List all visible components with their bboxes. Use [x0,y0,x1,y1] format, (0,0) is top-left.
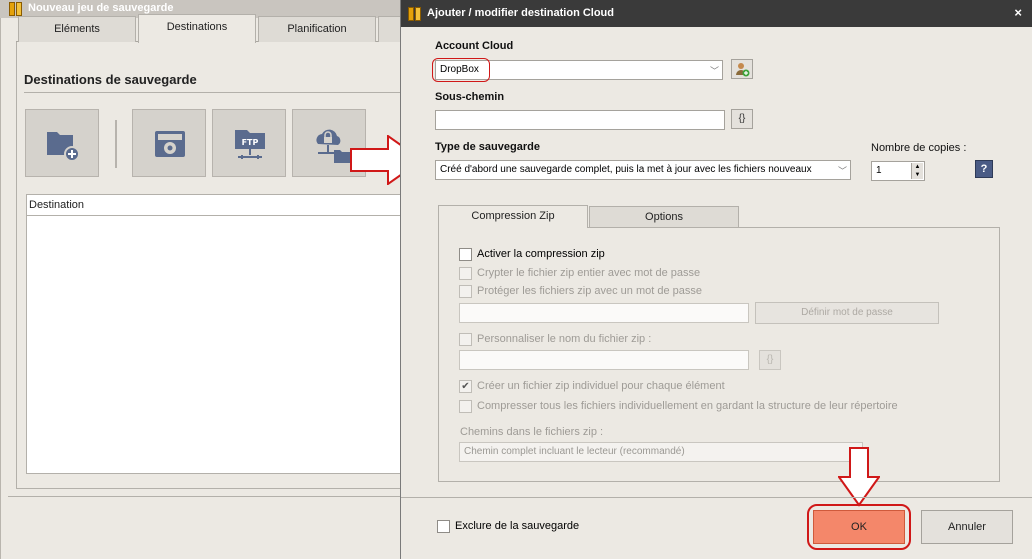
tab-destinations[interactable]: Destinations [138,14,256,43]
checkbox-box[interactable] [437,520,450,533]
zip-name-input[interactable] [459,350,749,370]
zip-paths-select[interactable]: Chemin complet incluant le lecteur (reco… [459,442,863,462]
zip-individual-label: Compresser tous les fichiers individuell… [477,400,898,412]
local-folder-add-icon [47,132,80,162]
backup-type-value: Créé d'abord une sauvegarde complet, pui… [440,164,812,175]
zip-per-item-checkbox[interactable]: ✔ Créer un fichier zip individuel pour c… [459,380,859,394]
cloud-lock-folder-icon [316,129,350,163]
zip-paths-label: Chemins dans le fichiers zip : [460,426,604,438]
footer-divider [401,497,1032,498]
bottom-divider [8,496,402,497]
enable-zip-label: Activer la compression zip [477,248,605,260]
svg-text:FTP: FTP [242,138,259,147]
protect-zip-label: Protéger les fichiers zip avec un mot de… [477,285,703,297]
close-icon[interactable]: × [1014,5,1022,20]
protect-zip-checkbox[interactable]: Protéger les fichiers zip avec un mot de… [459,285,759,299]
removable-drive-icon [155,131,185,157]
copies-label: Nombre de copies : [871,142,967,154]
user-add-icon [736,63,750,77]
account-highlight-circle [432,58,490,82]
checkbox-box[interactable] [459,333,472,346]
zip-paths-value: Chemin complet incluant le lecteur (reco… [464,446,685,457]
backup-type-select[interactable]: Créé d'abord une sauvegarde complet, pui… [435,160,851,180]
help-button[interactable]: ? [975,160,993,178]
zip-individual-checkbox[interactable]: Compresser tous les fichiers individuell… [459,400,919,414]
background-tab-strip: Eléments Destinations Planification [16,14,408,43]
encrypt-zip-label: Crypter le fichier zip entier avec mot d… [477,267,701,279]
zip-per-item-label: Créer un fichier zip individuel pour cha… [477,380,725,392]
chevron-down-icon: ﹀ [709,66,719,76]
add-local-destination-button[interactable] [25,109,99,177]
copies-stepper[interactable]: 1 ▲ ▼ [871,161,925,181]
add-ftp-destination-button[interactable]: FTP [212,109,286,177]
checkbox-box[interactable] [459,400,472,413]
copies-value: 1 [876,165,882,176]
toolbar-separator [115,120,117,168]
subpath-variables-button[interactable]: {} [731,109,753,129]
subpath-label: Sous-chemin [435,91,505,103]
destination-list-header[interactable]: Destination [26,194,402,216]
add-drive-destination-button[interactable] [132,109,206,177]
ftp-server-icon: FTP [235,130,265,159]
background-window-title: Nouveau jeu de sauvegarde [28,2,174,14]
subpath-input[interactable] [435,110,725,130]
exclude-backup-checkbox[interactable]: Exclure de la sauvegarde [437,520,637,534]
tab-options[interactable]: Options [589,206,739,228]
checkbox-box[interactable] [459,248,472,261]
section-divider [24,92,402,93]
tab-planification[interactable]: Planification [258,16,376,42]
manage-accounts-button[interactable] [731,59,753,79]
chevron-down-icon: ﹀ [837,166,847,176]
tab-elements[interactable]: Eléments [18,16,136,42]
account-cloud-label: Account Cloud [435,40,514,52]
tab-compression-zip[interactable]: Compression Zip [438,205,588,228]
set-password-button[interactable]: Définir mot de passe [755,302,939,324]
dialog-title: Ajouter / modifier destination Cloud [427,7,614,19]
ok-highlight-circle [807,504,911,550]
stepper-arrows-icon[interactable]: ▲ ▼ [911,163,923,179]
checkbox-box[interactable] [459,285,472,298]
destination-list[interactable] [26,216,402,474]
dialog-app-icon [407,6,423,22]
cancel-button[interactable]: Annuler [921,510,1013,544]
zip-name-variables-button[interactable]: {} [759,350,781,370]
encrypt-zip-checkbox[interactable]: Crypter le fichier zip entier avec mot d… [459,267,759,281]
checkbox-box[interactable] [459,267,472,280]
backup-type-label: Type de sauvegarde [435,141,540,153]
checkmark-icon[interactable]: ✔ [459,380,472,393]
dialog-titlebar: Ajouter / modifier destination Cloud × [401,0,1032,27]
cloud-destination-dialog: Ajouter / modifier destination Cloud × A… [400,0,1032,559]
exclude-backup-label: Exclure de la sauvegarde [455,520,580,532]
custom-zip-name-label: Personnaliser le nom du fichier zip : [477,333,652,345]
enable-zip-checkbox[interactable]: Activer la compression zip [459,248,759,262]
annotation-arrow-down [838,447,880,507]
custom-zip-name-checkbox[interactable]: Personnaliser le nom du fichier zip : [459,333,759,347]
destinations-section-title: Destinations de sauvegarde [24,72,197,87]
zip-password-input[interactable] [459,303,749,323]
